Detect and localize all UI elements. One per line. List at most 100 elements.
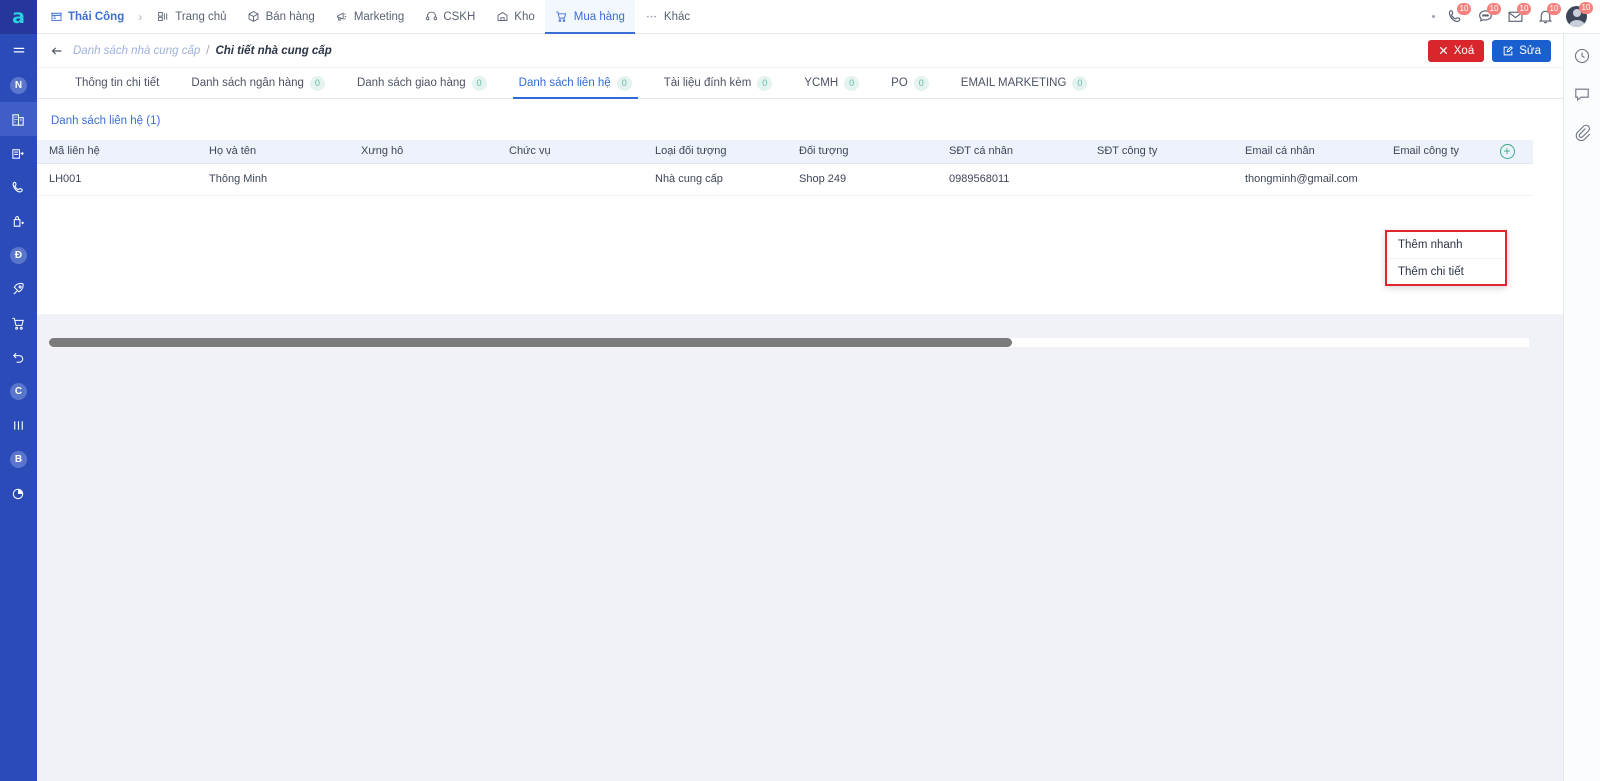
nav-item-thai-cong[interactable]: Thái Công (37, 0, 134, 34)
col-ho-va-ten[interactable]: Họ và tên (197, 140, 349, 164)
cell-sdt-cong-ty (1085, 163, 1233, 196)
top-bar-status-icons: 10 10 10 10 10 (1432, 0, 1600, 34)
nav-item-label: Thái Công (68, 10, 125, 23)
panel-title: Danh sách liên hệ (1) (51, 115, 161, 127)
sidebar-item-menu-toggle[interactable] (0, 34, 37, 68)
nav-item-mua-hang[interactable]: Mua hàng (544, 0, 636, 34)
tab-tai-lieu-dinh-kem[interactable]: Tài liệu đính kèm 0 (648, 68, 789, 98)
col-xung-ho[interactable]: Xưng hô (349, 140, 497, 164)
bag-icon (11, 214, 26, 229)
tab-danh-sach-ngan-hang[interactable]: Danh sách ngân hàng 0 (175, 68, 341, 98)
tab-badge: 0 (844, 75, 860, 91)
sidebar-item-bag[interactable] (0, 204, 37, 238)
breadcrumb-current: Chi tiết nhà cung cấp (215, 44, 332, 57)
tab-thong-tin-chi-tiet[interactable]: Thông tin chi tiết (59, 68, 175, 98)
menu-item-them-nhanh[interactable]: Thêm nhanh (1387, 232, 1505, 258)
sidebar-item-c[interactable]: C (0, 374, 37, 408)
sidebar-item-d[interactable]: Đ (0, 238, 37, 272)
table-row[interactable]: LH001 Thông Minh Nhà cung cấp Shop 249 0… (37, 163, 1533, 196)
nav-item-trang-chu[interactable]: Trang chủ (146, 0, 236, 34)
sidebar-item-undo[interactable] (0, 340, 37, 374)
menu-item-them-chi-tiet[interactable]: Thêm chi tiết (1387, 258, 1505, 284)
dashboard-icon (156, 10, 170, 24)
attachment-icon[interactable] (1572, 122, 1592, 142)
user-avatar-button[interactable]: 10 (1566, 2, 1593, 27)
tab-label: Danh sách giao hàng (356, 77, 466, 89)
columns-icon (11, 418, 26, 433)
cart-icon (11, 316, 26, 331)
col-email-ca-nhan[interactable]: Email cá nhân (1233, 140, 1381, 164)
history-clock-icon[interactable] (1572, 46, 1592, 66)
tab-po[interactable]: PO 0 (875, 68, 945, 98)
cell-email-ca-nhan: thongminh@gmail.com (1233, 163, 1381, 196)
menu-item-label: Thêm chi tiết (1398, 265, 1464, 278)
status-badge: 10 (1517, 3, 1531, 15)
nav-item-ban-hang[interactable]: Bán hàng (237, 0, 325, 34)
left-sidebar: a N Đ C B (0, 0, 37, 781)
undo-icon (11, 350, 26, 365)
tab-badge: 0 (913, 75, 929, 91)
sidebar-item-b[interactable]: B (0, 442, 37, 476)
back-arrow-icon[interactable] (47, 41, 67, 61)
menu-item-label: Thêm nhanh (1398, 239, 1463, 251)
badge-d-icon: Đ (10, 246, 27, 264)
cell-ho-va-ten[interactable]: Thông Minh (197, 163, 349, 196)
nav-item-kho[interactable]: Kho (485, 0, 544, 34)
col-ma-lien-he[interactable]: Mã liên hệ (37, 140, 197, 164)
bell-icon-button[interactable]: 10 (1536, 3, 1561, 26)
col-sdt-cong-ty[interactable]: SĐT công ty (1085, 140, 1233, 164)
comment-icon[interactable] (1572, 84, 1592, 104)
tab-label: Tài liệu đính kèm (663, 77, 752, 89)
sidebar-item-n[interactable]: N (0, 68, 37, 102)
status-badge: 10 (1487, 3, 1501, 15)
col-chuc-vu[interactable]: Chức vụ (497, 140, 643, 164)
tab-label: Danh sách liên hệ (518, 77, 611, 89)
branch-icon (11, 146, 26, 161)
cell-xung-ho (349, 163, 497, 196)
horizontal-scrollbar-thumb[interactable] (49, 338, 1012, 347)
sidebar-item-report[interactable] (0, 476, 37, 510)
tab-ycmh[interactable]: YCMH 0 (788, 68, 875, 98)
sidebar-item-call[interactable] (0, 170, 37, 204)
plus-circle-icon[interactable]: + (1499, 143, 1515, 159)
col-doi-tuong[interactable]: Đối tượng (787, 140, 937, 164)
delete-button[interactable]: Xoá (1427, 39, 1485, 62)
edit-button[interactable]: Sửa (1492, 39, 1551, 62)
nav-item-label: Khác (663, 10, 691, 23)
tab-label: Thông tin chi tiết (75, 77, 160, 89)
chat-icon-button[interactable]: 10 (1476, 3, 1501, 26)
sidebar-item-columns[interactable] (0, 408, 37, 442)
sidebar-item-cart[interactable] (0, 306, 37, 340)
page-content: Danh sách nhà cung cấp / Chi tiết nhà cu… (37, 34, 1563, 781)
edit-button-label: Sửa (1519, 44, 1541, 57)
nav-item-label: Marketing (353, 10, 405, 23)
mail-icon-button[interactable]: 10 (1506, 3, 1531, 26)
nav-item-khac[interactable]: Khác (635, 0, 700, 34)
right-sidebar (1563, 34, 1600, 781)
tab-danh-sach-giao-hang[interactable]: Danh sách giao hàng 0 (341, 68, 503, 98)
breadcrumb-separator: / (206, 44, 210, 57)
phone-icon-button[interactable]: 10 (1446, 3, 1471, 26)
sidebar-item-rocket[interactable] (0, 272, 37, 306)
tab-badge: 0 (616, 75, 632, 91)
col-sdt-ca-nhan[interactable]: SĐT cá nhân (937, 140, 1085, 164)
breadcrumb-parent-link[interactable]: Danh sách nhà cung cấp (73, 45, 200, 57)
headset-icon (424, 10, 438, 24)
nav-item-label: Bán hàng (265, 10, 315, 23)
table-header-row: Mã liên hệ Họ và tên Xưng hô Chức vụ Loạ… (37, 140, 1533, 164)
app-logo[interactable]: a (0, 0, 37, 34)
sidebar-item-company[interactable] (0, 102, 37, 136)
add-column-header: + (1481, 140, 1533, 164)
delete-button-label: Xoá (1453, 44, 1475, 57)
pencil-square-icon (1502, 45, 1514, 57)
add-contact-dropdown-menu: Thêm nhanh Thêm chi tiết (1385, 230, 1507, 286)
col-loai-doi-tuong[interactable]: Loại đối tượng (643, 140, 787, 164)
tab-email-marketing[interactable]: EMAIL MARKETING 0 (945, 68, 1104, 98)
sidebar-item-branch[interactable] (0, 136, 37, 170)
nav-item-marketing[interactable]: Marketing (325, 0, 415, 34)
col-email-cong-ty[interactable]: Email công ty (1381, 140, 1481, 164)
nav-item-cskh[interactable]: CSKH (414, 0, 485, 34)
tab-danh-sach-lien-he[interactable]: Danh sách liên hệ 0 (503, 68, 648, 99)
close-icon (1438, 45, 1449, 56)
store-icon (49, 10, 63, 24)
